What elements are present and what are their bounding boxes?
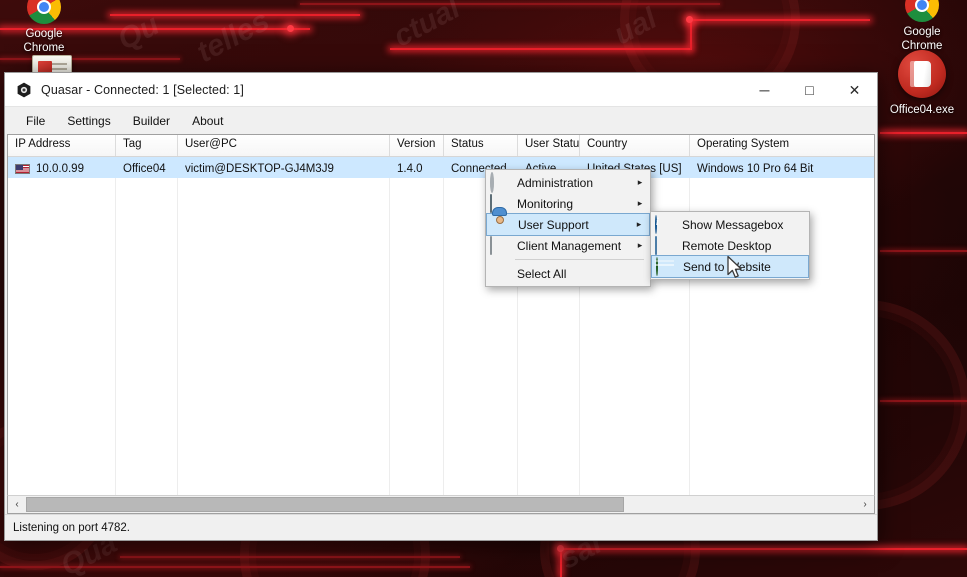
context-menu-item-label: Monitoring: [517, 196, 574, 211]
context-menu-item-label: Select All: [517, 266, 567, 281]
desktop-icon-label: Chrome: [23, 42, 65, 54]
cell-operating-system[interactable]: Windows 10 Pro 64 Bit: [690, 157, 874, 178]
scroll-right-arrow-icon[interactable]: ›: [856, 496, 874, 513]
table-row[interactable]: 10.0.0.99 Office04 victim@DESKTOP-GJ4M3J…: [8, 157, 874, 178]
client-context-menu[interactable]: Administration ▸ Monitoring ▸ User Suppo…: [485, 169, 651, 287]
gear-icon: [490, 172, 510, 193]
drive-icon: [490, 236, 510, 255]
menu-bar: File Settings Builder About: [5, 107, 877, 134]
user-icon: [491, 216, 511, 233]
submenu-item-label: Show Messagebox: [682, 217, 784, 232]
column-header-tag[interactable]: Tag: [116, 135, 178, 156]
context-menu-item-label: Client Management: [517, 238, 622, 253]
quasar-window[interactable]: Quasar - Connected: 1 [Selected: 1] ─ □ …: [4, 72, 878, 541]
submenu-item-label: Send to Website: [683, 259, 771, 274]
submenu-item-show-messagebox[interactable]: Show Messagebox: [651, 214, 809, 235]
globe-icon: [656, 257, 676, 276]
circuit-trace: [390, 48, 690, 50]
submenu-arrow-icon: ▸: [636, 219, 642, 229]
column-header-operating-system[interactable]: Operating System: [690, 135, 874, 156]
circuit-trace: [880, 250, 967, 252]
context-menu-item-administration[interactable]: Administration ▸: [486, 172, 650, 193]
cell-ip-address[interactable]: 10.0.0.99: [8, 157, 116, 178]
menu-about[interactable]: About: [181, 110, 234, 132]
circuit-node: [686, 16, 693, 23]
office-icon: [898, 50, 946, 98]
cell-user-pc[interactable]: victim@DESKTOP-GJ4M3J9: [178, 157, 390, 178]
submenu-arrow-icon: ▸: [637, 177, 643, 187]
maximize-button[interactable]: □: [787, 73, 832, 106]
window-title: Quasar - Connected: 1 [Selected: 1]: [41, 82, 244, 97]
table-body[interactable]: 10.0.0.99 Office04 victim@DESKTOP-GJ4M3J…: [8, 157, 874, 495]
submenu-item-label: Remote Desktop: [682, 238, 772, 253]
close-button[interactable]: ✕: [832, 73, 877, 106]
circuit-trace: [880, 132, 967, 134]
column-header-country[interactable]: Country: [580, 135, 690, 156]
circuit-trace: [690, 20, 692, 50]
column-header-ip-address[interactable]: IP Address: [8, 135, 116, 156]
column-header-user-status[interactable]: User Status: [518, 135, 580, 156]
empty-icon-slot: [490, 265, 510, 282]
submenu-item-remote-desktop[interactable]: Remote Desktop: [651, 235, 809, 256]
context-menu-item-label: User Support: [518, 217, 589, 232]
user-support-submenu[interactable]: Show Messagebox Remote Desktop Send to W…: [650, 211, 810, 280]
scrollbar-track[interactable]: [26, 496, 856, 513]
circuit-trace: [560, 548, 967, 550]
context-menu-item-select-all[interactable]: Select All: [486, 263, 650, 284]
context-menu-item-label: Administration: [517, 175, 594, 190]
desktop-icon-label: Google: [25, 28, 63, 40]
context-menu-item-monitoring[interactable]: Monitoring ▸: [486, 193, 650, 214]
menu-settings[interactable]: Settings: [56, 110, 121, 132]
desktop-icon-label: Office04.exe: [889, 104, 955, 116]
cell-version[interactable]: 1.4.0: [390, 157, 444, 178]
status-text: Listening on port 4782.: [13, 521, 131, 534]
menu-builder[interactable]: Builder: [122, 110, 181, 132]
column-header-version[interactable]: Version: [390, 135, 444, 156]
submenu-arrow-icon: ▸: [637, 198, 643, 208]
clients-list-view[interactable]: IP Address Tag User@PC Version Status Us…: [7, 134, 875, 495]
wallpaper-watermark: ctual: [388, 0, 466, 54]
cell-ip-address-text: 10.0.0.99: [36, 163, 84, 175]
column-header-status[interactable]: Status: [444, 135, 518, 156]
quasar-icon: [16, 82, 32, 98]
window-titlebar[interactable]: Quasar - Connected: 1 [Selected: 1] ─ □ …: [5, 73, 877, 107]
chrome-icon: [27, 0, 61, 24]
desktop-icon-office04-exe[interactable]: Office04.exe: [880, 50, 964, 117]
submenu-arrow-icon: ▸: [637, 240, 643, 250]
scrollbar-thumb[interactable]: [26, 497, 624, 512]
status-bar: Listening on port 4782.: [5, 514, 877, 540]
minimize-button[interactable]: ─: [742, 73, 787, 106]
horizontal-scrollbar[interactable]: ‹ ›: [7, 495, 875, 514]
info-icon: [655, 215, 675, 234]
desktop-icon-google-chrome[interactable]: Google Chrome: [880, 0, 964, 53]
context-menu-item-client-management[interactable]: Client Management ▸: [486, 235, 650, 256]
circuit-trace: [690, 19, 870, 21]
cell-tag[interactable]: Office04: [116, 157, 178, 178]
desktop-icon-google-chrome[interactable]: Google Chrome: [2, 0, 86, 55]
column-header-user-pc[interactable]: User@PC: [178, 135, 390, 156]
desktop-icon-label: Google: [903, 26, 941, 38]
table-header-row: IP Address Tag User@PC Version Status Us…: [8, 135, 874, 157]
context-menu-separator: [515, 259, 644, 260]
scroll-left-arrow-icon[interactable]: ‹: [8, 496, 26, 513]
circuit-node: [287, 25, 294, 32]
column-grid-lines: [8, 157, 874, 495]
window-controls: ─ □ ✕: [742, 73, 877, 106]
submenu-item-send-to-website[interactable]: Send to Website: [651, 255, 809, 278]
circuit-trace: [300, 3, 720, 5]
us-flag-icon: [15, 164, 30, 174]
context-menu-item-user-support[interactable]: User Support ▸: [486, 213, 650, 236]
menu-file[interactable]: File: [15, 110, 56, 132]
rdp-icon: [655, 236, 675, 255]
circuit-trace: [880, 400, 967, 402]
chrome-icon: [905, 0, 939, 22]
circuit-trace: [120, 556, 460, 558]
